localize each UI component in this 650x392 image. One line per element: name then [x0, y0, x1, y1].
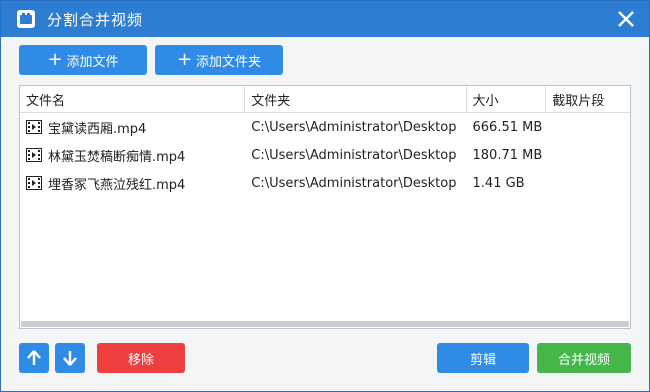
table-row[interactable]: 宝黛读西厢.mp4 C:\Users\Administrator\Desktop… [20, 113, 630, 141]
titlebar: 分割合并视频 [1, 1, 649, 37]
size-cell: 1.41 GB [472, 175, 525, 191]
horizontal-scrollbar[interactable] [21, 321, 629, 327]
bottom-right-actions: 剪辑 合并视频 [437, 343, 631, 373]
filename-cell: 埋香冢飞燕泣残红.mp4 [20, 174, 245, 193]
file-table: 文件名 文件夹 大小 截取片段 宝黛读西厢.mp4 C:\Users\Admin… [19, 85, 631, 329]
window-title: 分割合并视频 [47, 10, 144, 29]
table-header: 文件名 文件夹 大小 截取片段 [20, 86, 630, 113]
merge-video-label: 合并视频 [557, 352, 610, 368]
table-row[interactable]: 埋香冢飞燕泣残红.mp4 C:\Users\Administrator\Desk… [20, 169, 630, 197]
edit-label: 剪辑 [469, 352, 496, 368]
column-header-filename[interactable]: 文件名 [20, 86, 246, 112]
remove-label: 移除 [127, 352, 154, 368]
edit-button[interactable]: 剪辑 [437, 343, 529, 373]
add-file-button[interactable]: + 添加文件 [19, 45, 147, 75]
size-cell: 180.71 MB [472, 147, 543, 163]
folder-cell: C:\Users\Administrator\Desktop [251, 147, 457, 163]
filename: 埋香冢飞燕泣残红.mp4 [48, 177, 186, 193]
filename-cell: 林黛玉焚稿断痴情.mp4 [20, 146, 245, 165]
move-up-button[interactable] [19, 343, 49, 373]
app-video-icon [17, 10, 35, 28]
split-merge-video-window: 分割合并视频 + 添加文件 + 添加文件夹 文件名 文件夹 大小 截取片段 宝黛… [0, 0, 650, 392]
filename-cell: 宝黛读西厢.mp4 [20, 118, 245, 137]
folder-cell: C:\Users\Administrator\Desktop [251, 175, 457, 191]
filename: 宝黛读西厢.mp4 [48, 121, 147, 137]
column-header-size[interactable]: 大小 [467, 86, 547, 112]
size-cell: 666.51 MB [472, 119, 543, 135]
arrow-up-icon [27, 350, 41, 365]
add-folder-button[interactable]: + 添加文件夹 [155, 45, 283, 75]
video-file-icon [26, 148, 42, 162]
filename: 林黛玉焚稿断痴情.mp4 [48, 149, 186, 165]
table-row[interactable]: 林黛玉焚稿断痴情.mp4 C:\Users\Administrator\Desk… [20, 141, 630, 169]
add-folder-label: 添加文件夹 [196, 54, 262, 70]
plus-icon: + [47, 49, 63, 70]
arrow-down-icon [63, 351, 77, 366]
move-down-button[interactable] [55, 343, 85, 373]
video-file-icon [26, 176, 42, 190]
video-file-icon [26, 120, 42, 134]
merge-video-button[interactable]: 合并视频 [537, 343, 631, 373]
column-header-folder[interactable]: 文件夹 [245, 86, 467, 112]
folder-cell: C:\Users\Administrator\Desktop [251, 119, 457, 135]
bottom-left-actions: 移除 [19, 343, 185, 373]
add-file-label: 添加文件 [66, 54, 119, 70]
toolbar: + 添加文件 + 添加文件夹 [19, 45, 283, 75]
plus-icon: + [176, 49, 193, 70]
remove-button[interactable]: 移除 [97, 343, 185, 373]
column-header-segment[interactable]: 截取片段 [546, 86, 630, 112]
close-icon[interactable] [615, 8, 637, 30]
